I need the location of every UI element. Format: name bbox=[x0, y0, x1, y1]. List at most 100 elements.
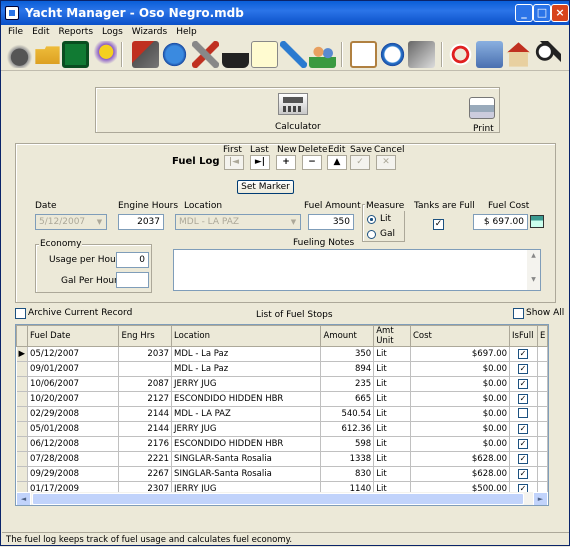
calculator-icon[interactable] bbox=[408, 41, 435, 68]
col-e[interactable]: E bbox=[536, 325, 548, 347]
clipboard-icon[interactable] bbox=[350, 41, 377, 68]
close-button[interactable]: × bbox=[551, 4, 569, 22]
table-row[interactable]: 07/28/2008 2221 SINGLAR-Santa Rosalia 1338 L… bbox=[16, 451, 548, 467]
new-record-button[interactable]: + bbox=[276, 155, 296, 170]
cell-fuel-date[interactable]: 05/01/2008 bbox=[27, 421, 120, 437]
cell-location[interactable]: MDL - La Paz bbox=[171, 361, 322, 377]
grid-vertical-scrollbar[interactable]: ▲ ▼ bbox=[548, 325, 549, 492]
life-ring-icon[interactable] bbox=[447, 41, 474, 68]
chevron-down-icon[interactable]: ▼ bbox=[287, 215, 300, 229]
cell-e[interactable] bbox=[537, 376, 548, 392]
cell-amount[interactable]: 830 bbox=[320, 466, 375, 482]
cell-cost[interactable]: $0.00 bbox=[410, 391, 511, 407]
fuel-log-icon[interactable] bbox=[132, 41, 159, 68]
menu-help[interactable]: Help bbox=[176, 27, 197, 37]
col-amount[interactable]: Amount bbox=[320, 325, 375, 347]
cell-amount[interactable]: 894 bbox=[320, 361, 375, 377]
show-all-checkbox[interactable] bbox=[513, 308, 524, 319]
fueling-notes-field[interactable]: ▲ ▼ bbox=[173, 249, 541, 291]
cell-amt-unit[interactable]: Lit bbox=[373, 406, 411, 422]
cell-fuel-date[interactable]: 09/01/2007 bbox=[27, 361, 120, 377]
row-selector[interactable] bbox=[16, 376, 29, 392]
cell-isfull[interactable]: ✓ bbox=[509, 391, 538, 407]
checkbox-checked[interactable]: ✓ bbox=[518, 364, 529, 374]
scroll-down-icon[interactable]: ▼ bbox=[548, 478, 549, 492]
tools-icon[interactable] bbox=[192, 41, 219, 68]
table-row[interactable]: 05/01/2008 2144 JERRY JUG 612.36 Lit $0.00 ✓ bbox=[16, 421, 548, 437]
cell-amount[interactable]: 540.54 bbox=[320, 406, 375, 422]
fuel-cost-field[interactable]: $ 697.00 bbox=[473, 214, 528, 230]
cell-cost[interactable]: $0.00 bbox=[410, 361, 511, 377]
table-row[interactable]: 10/20/2007 2127 ESCONDIDO HIDDEN HBR 665 Lit… bbox=[16, 391, 548, 407]
gal-per-hour-field[interactable] bbox=[116, 272, 149, 288]
cell-eng-hrs[interactable] bbox=[118, 361, 173, 377]
cell-e[interactable] bbox=[537, 436, 548, 452]
cell-cost[interactable]: $697.00 bbox=[410, 346, 511, 362]
cell-isfull[interactable]: ✓ bbox=[509, 451, 538, 467]
col-isfull[interactable]: IsFull bbox=[509, 325, 538, 347]
table-row[interactable]: 06/12/2008 2176 ESCONDIDO HIDDEN HBR 598 Lit… bbox=[16, 436, 548, 452]
menu-logs[interactable]: Logs bbox=[102, 27, 123, 37]
gal-radio[interactable] bbox=[367, 230, 376, 239]
cell-amount[interactable]: 598 bbox=[320, 436, 375, 452]
cell-fuel-date[interactable]: 10/20/2007 bbox=[27, 391, 120, 407]
cell-amount[interactable]: 350 bbox=[320, 346, 375, 362]
scroll-left-icon[interactable]: ◄ bbox=[16, 492, 31, 505]
cell-e[interactable] bbox=[537, 466, 548, 482]
table-row[interactable]: 02/29/2008 2144 MDL - LA PAZ 540.54 Lit $0.00 bbox=[16, 406, 548, 422]
table-row[interactable]: 09/01/2007 MDL - La Paz 894 Lit $0.00 ✓ bbox=[16, 361, 548, 377]
cell-eng-hrs[interactable]: 2144 bbox=[118, 406, 173, 422]
cell-amt-unit[interactable]: Lit bbox=[373, 421, 411, 437]
cell-fuel-date[interactable]: 10/06/2007 bbox=[27, 376, 120, 392]
checkbox-checked[interactable]: ✓ bbox=[518, 349, 529, 359]
wizard-icon[interactable] bbox=[90, 41, 117, 68]
calculator-icon[interactable] bbox=[530, 215, 544, 228]
cell-isfull[interactable]: ✓ bbox=[509, 361, 538, 377]
cancel-record-button[interactable]: ✕ bbox=[376, 155, 396, 170]
row-selector[interactable] bbox=[16, 451, 29, 467]
cell-eng-hrs[interactable]: 2176 bbox=[118, 436, 173, 452]
notepad-icon[interactable] bbox=[251, 41, 278, 68]
cell-eng-hrs[interactable]: 2087 bbox=[118, 376, 173, 392]
scroll-up-icon[interactable]: ▲ bbox=[548, 325, 549, 339]
cell-isfull[interactable]: ✓ bbox=[509, 421, 538, 437]
cell-location[interactable]: SINGLAR-Santa Rosalia bbox=[171, 466, 322, 482]
cell-amt-unit[interactable]: Lit bbox=[373, 466, 411, 482]
cell-amt-unit[interactable]: Lit bbox=[373, 361, 411, 377]
grid-horizontal-scrollbar[interactable]: ◄ ► bbox=[16, 492, 548, 505]
cell-isfull[interactable]: ✓ bbox=[509, 376, 538, 392]
lock-icon[interactable] bbox=[222, 41, 249, 68]
row-selector[interactable] bbox=[16, 391, 29, 407]
cell-isfull[interactable]: ✓ bbox=[509, 466, 538, 482]
server-icon[interactable] bbox=[476, 41, 503, 68]
set-marker-button[interactable]: Set Marker bbox=[237, 180, 294, 194]
calculator-button-icon[interactable] bbox=[278, 93, 308, 115]
checkbox-checked[interactable]: ✓ bbox=[518, 379, 529, 389]
menu-reports[interactable]: Reports bbox=[59, 27, 94, 37]
people-icon[interactable] bbox=[309, 41, 336, 68]
col-amt-unit[interactable]: Amt Unit bbox=[373, 325, 411, 347]
checkbox-unchecked[interactable] bbox=[518, 407, 529, 418]
checkbox-checked[interactable]: ✓ bbox=[518, 424, 529, 434]
maximize-button[interactable]: □ bbox=[533, 4, 551, 22]
magnifier-icon[interactable] bbox=[534, 41, 561, 68]
cell-location[interactable]: SINGLAR-Santa Rosalia bbox=[171, 451, 322, 467]
checkbox-checked[interactable]: ✓ bbox=[518, 469, 529, 479]
cell-amount[interactable]: 612.36 bbox=[320, 421, 375, 437]
clock-icon[interactable] bbox=[379, 41, 406, 68]
cell-fuel-date[interactable]: 09/29/2008 bbox=[27, 466, 120, 482]
col-location[interactable]: Location bbox=[171, 325, 322, 347]
cell-fuel-date[interactable]: 06/12/2008 bbox=[27, 436, 120, 452]
col-cost[interactable]: Cost bbox=[409, 325, 511, 347]
cell-isfull[interactable]: ✓ bbox=[509, 436, 538, 452]
wrench-icon[interactable] bbox=[280, 41, 307, 68]
archive-checkbox[interactable] bbox=[15, 308, 26, 319]
cell-amt-unit[interactable]: Lit bbox=[373, 346, 411, 362]
cell-cost[interactable]: $0.00 bbox=[410, 421, 511, 437]
cell-eng-hrs[interactable]: 2267 bbox=[118, 466, 173, 482]
cell-eng-hrs[interactable]: 2037 bbox=[118, 346, 173, 362]
save-record-button[interactable]: ✓ bbox=[350, 155, 370, 170]
menu-file[interactable]: File bbox=[8, 27, 23, 37]
row-selector[interactable] bbox=[16, 421, 29, 437]
globe-icon[interactable] bbox=[161, 41, 188, 68]
